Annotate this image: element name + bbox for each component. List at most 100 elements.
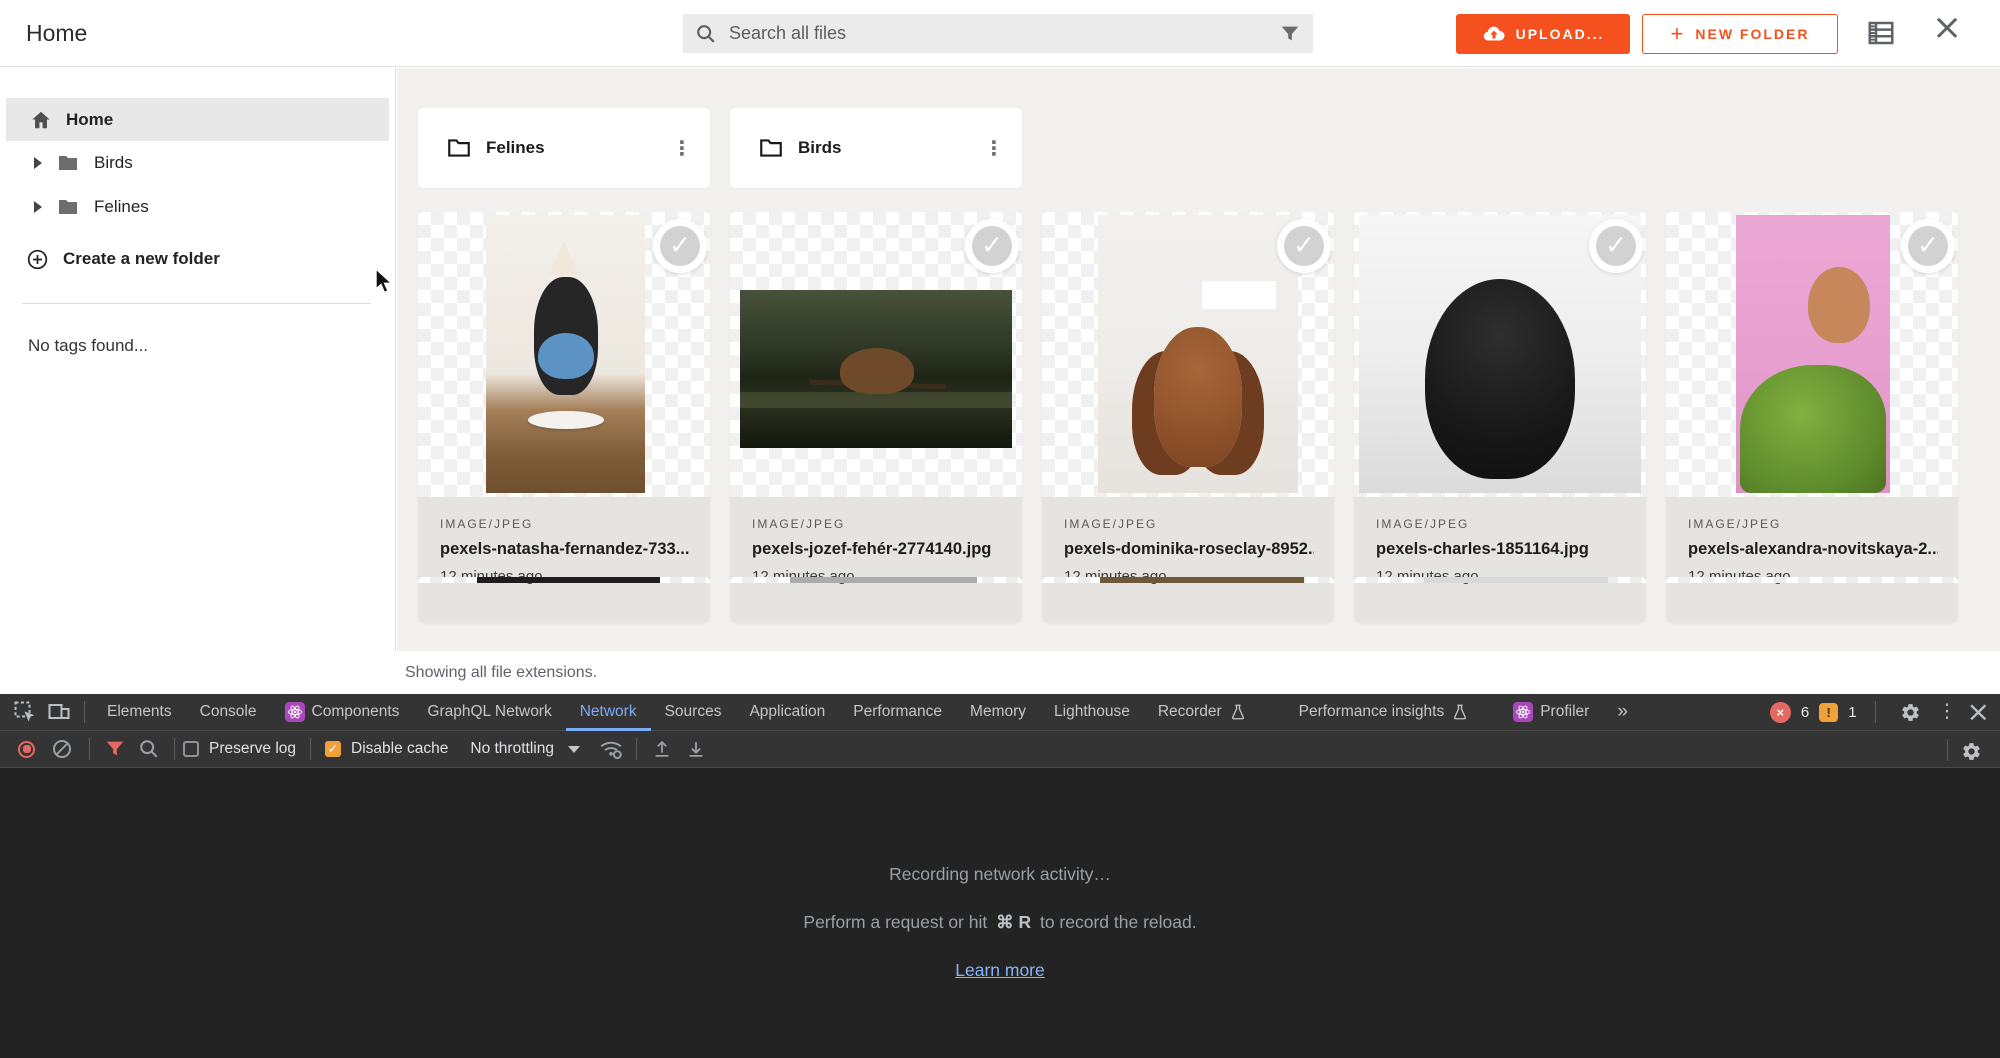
folder-name: Felines: [486, 138, 545, 158]
sidebar-item-home[interactable]: Home: [6, 98, 389, 141]
export-har-button[interactable]: [679, 734, 713, 764]
sidebar-item-felines[interactable]: Felines: [0, 185, 395, 229]
tab-sources[interactable]: Sources: [651, 694, 736, 731]
hint-message: Perform a request or hit ⌘ R to record t…: [803, 912, 1196, 933]
tab-application[interactable]: Application: [735, 694, 839, 731]
sidebar-item-label: Felines: [94, 197, 149, 217]
folder-card-birds[interactable]: Birds ⋮: [730, 108, 1022, 188]
select-check-button[interactable]: ✓: [1901, 219, 1955, 273]
preserve-log-label: Preserve log: [209, 740, 296, 758]
toolbar-separator: [89, 738, 90, 760]
react-icon: [1513, 702, 1533, 722]
inspect-element-button[interactable]: [8, 697, 42, 727]
network-conditions-button[interactable]: [594, 734, 628, 764]
disable-cache-checkbox[interactable]: ✓ Disable cache: [325, 740, 448, 758]
filter-icon[interactable]: [1279, 23, 1301, 45]
file-card[interactable]: ✓ IMAGE/JPEG pexels-dominika-roseclay-89…: [1042, 212, 1334, 623]
next-row-partial: [418, 577, 1958, 583]
keyboard-shortcut: ⌘ R: [996, 912, 1031, 932]
throttling-dropdown[interactable]: No throttling: [470, 740, 580, 758]
home-icon: [30, 109, 52, 131]
tab-graphql-network[interactable]: GraphQL Network: [413, 694, 565, 731]
tab-recorder[interactable]: Recorder: [1144, 694, 1261, 731]
checkbox-unchecked-icon[interactable]: [183, 741, 199, 757]
network-search-button[interactable]: [132, 734, 166, 764]
photo-shape: [477, 577, 660, 583]
recording-message: Recording network activity…: [889, 864, 1111, 885]
photo-dog-green-coat: [1736, 215, 1890, 493]
file-browser-main: Felines ⋮ Birds ⋮ ✓: [397, 68, 2000, 651]
folder-row: Felines ⋮ Birds ⋮: [418, 108, 2000, 188]
folder-name: Birds: [798, 138, 841, 158]
upload-button-label: UPLOAD...: [1516, 26, 1605, 42]
file-card: [1666, 577, 1958, 583]
select-check-button[interactable]: ✓: [965, 219, 1019, 273]
folder-card-felines[interactable]: Felines ⋮: [418, 108, 710, 188]
create-new-folder-button[interactable]: Create a new folder: [0, 237, 395, 281]
record-network-log-button[interactable]: [18, 741, 35, 758]
network-conditions-icon: [598, 736, 624, 762]
upload-button[interactable]: UPLOAD...: [1456, 14, 1630, 54]
folder-outline-icon: [446, 135, 472, 161]
search-icon: [138, 738, 160, 760]
tab-performance[interactable]: Performance: [839, 694, 956, 731]
new-folder-button[interactable]: + NEW FOLDER: [1642, 14, 1838, 54]
checkbox-checked-icon[interactable]: ✓: [325, 741, 341, 757]
folder-menu-kebab-icon[interactable]: ⋮: [672, 143, 692, 154]
more-tabs-button[interactable]: »: [1603, 694, 1642, 731]
file-meta: IMAGE/JPEG pexels-natasha-fernandez-733.…: [418, 497, 710, 623]
devtools-menu-kebab-icon[interactable]: ⋮: [1938, 707, 1957, 717]
download-arrow-icon: [685, 738, 707, 760]
expand-caret-icon[interactable]: [34, 201, 42, 213]
toolbar-separator: [1875, 701, 1876, 723]
file-thumbnail: ✓: [1354, 212, 1646, 497]
warning-badge-icon[interactable]: !: [1819, 703, 1838, 722]
device-toolbar-button[interactable]: [42, 697, 76, 727]
tab-performance-insights[interactable]: Performance insights: [1285, 694, 1484, 731]
status-bar-text: Showing all file extensions.: [405, 664, 597, 682]
clear-network-log-button[interactable]: [53, 740, 71, 758]
tab-label: Elements: [107, 703, 172, 721]
file-type: IMAGE/JPEG: [1064, 517, 1314, 531]
devtools-settings-button[interactable]: [1894, 697, 1928, 727]
select-check-button[interactable]: ✓: [653, 219, 707, 273]
tab-label: Memory: [970, 703, 1026, 721]
preserve-log-checkbox[interactable]: Preserve log: [183, 740, 296, 758]
expand-caret-icon[interactable]: [34, 157, 42, 169]
close-widget-button[interactable]: ×: [1932, 10, 1962, 46]
toolbar-separator: [174, 738, 175, 760]
sidebar-item-birds[interactable]: Birds: [0, 141, 395, 185]
tab-memory[interactable]: Memory: [956, 694, 1040, 731]
select-check-button[interactable]: ✓: [1589, 219, 1643, 273]
tab-lighthouse[interactable]: Lighthouse: [1040, 694, 1144, 731]
learn-more-link[interactable]: Learn more: [955, 960, 1045, 981]
tab-elements[interactable]: Elements: [93, 694, 186, 731]
tab-console[interactable]: Console: [186, 694, 271, 731]
file-card[interactable]: ✓ IMAGE/JPEG pexels-alexandra-novitskaya…: [1666, 212, 1958, 623]
network-filter-button[interactable]: [98, 734, 132, 764]
photo-shape: [1808, 267, 1870, 343]
network-toolbar: Preserve log ✓ Disable cache No throttli…: [0, 731, 2000, 768]
file-card[interactable]: ✓ IMAGE/JPEG pexels-natasha-fernandez-73…: [418, 212, 710, 623]
select-check-button[interactable]: ✓: [1277, 219, 1331, 273]
search-box[interactable]: [683, 14, 1313, 53]
file-card[interactable]: ✓ IMAGE/JPEG pexels-jozef-fehér-2774140.…: [730, 212, 1022, 623]
devtools-close-button[interactable]: ×: [1967, 698, 1990, 726]
folder-menu-kebab-icon[interactable]: ⋮: [984, 143, 1004, 154]
network-panel-content: Recording network activity… Perform a re…: [0, 768, 2000, 1057]
tab-network[interactable]: Network: [566, 694, 651, 731]
photo-shape: [1154, 327, 1242, 467]
tab-components[interactable]: Components: [271, 694, 414, 731]
error-badge-icon[interactable]: ×: [1770, 702, 1791, 723]
search-input[interactable]: [729, 23, 1279, 44]
list-view-button[interactable]: [1866, 18, 1896, 51]
import-har-button[interactable]: [645, 734, 679, 764]
tab-profiler[interactable]: Profiler: [1499, 694, 1603, 731]
throttling-value: No throttling: [470, 740, 554, 758]
file-thumbnail: ✓: [730, 212, 1022, 497]
folder-icon: [56, 151, 80, 175]
network-settings-button[interactable]: [1954, 736, 1988, 766]
warning-count: 1: [1848, 704, 1856, 721]
tab-label: Application: [749, 703, 825, 721]
file-card[interactable]: ✓ IMAGE/JPEG pexels-charles-1851164.jpg …: [1354, 212, 1646, 623]
